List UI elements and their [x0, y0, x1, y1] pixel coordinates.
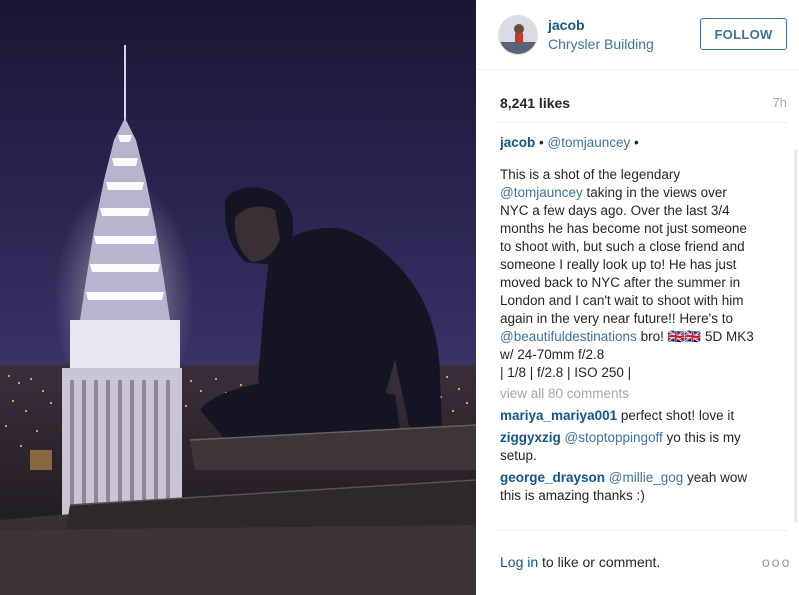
comment-item: george_drayson @millie_gog yeah wow this…	[500, 469, 790, 505]
location-link[interactable]: Chrysler Building	[548, 36, 654, 52]
caption-header: jacob • @tomjauncey •	[500, 134, 790, 152]
post-details-panel: jacob Chrysler Building FOLLOW 8,241 lik…	[476, 0, 799, 595]
post-header: jacob Chrysler Building FOLLOW	[476, 0, 799, 70]
caption-text: This is a shot of the legendary @tomjaun…	[500, 166, 790, 382]
comment-text: setup.	[500, 448, 537, 463]
follow-button[interactable]: FOLLOW	[700, 18, 787, 50]
comment-item: mariya_mariya001 perfect shot! love it	[500, 407, 790, 425]
comment-text: this is amazing thanks :)	[500, 488, 645, 503]
comments-section: jacob • @tomjauncey • This is a shot of …	[500, 132, 790, 525]
caption-line: London and I can't wait to shoot with hi…	[500, 293, 744, 308]
mention-link[interactable]: @stoptoppingoff	[561, 430, 663, 445]
view-all-comments-link[interactable]: view all 80 comments	[500, 385, 790, 403]
caption-line: again in the very near future!! Here's t…	[500, 311, 733, 326]
divider	[498, 530, 788, 531]
caption-line: @tomjauncey taking in the views over	[500, 185, 727, 200]
mention-link[interactable]: @millie_gog	[605, 470, 684, 485]
likes-count[interactable]: 8,241 likes	[500, 95, 570, 111]
comment-item: ziggyxzig @stoptoppingoff yo this is my …	[500, 429, 790, 465]
comments-scrollbar[interactable]	[794, 150, 797, 522]
login-link[interactable]: Log in	[500, 554, 538, 570]
caption-line: This is a shot of the legendary	[500, 167, 681, 182]
caption-line: w/ 24-70mm f/2.8	[500, 347, 605, 362]
tagged-user[interactable]: @tomjauncey	[548, 135, 631, 150]
username-link[interactable]: jacob	[548, 17, 585, 33]
comment-text: perfect shot! love it	[617, 408, 735, 423]
caption-line: someone I really look up to! He has just	[500, 257, 737, 272]
separator: •	[630, 135, 639, 150]
mention-link[interactable]: @beautifuldestinations	[500, 329, 637, 344]
mention-link[interactable]: @tomjauncey	[500, 185, 583, 200]
more-options-icon[interactable]: ooo	[762, 554, 791, 570]
avatar[interactable]	[498, 15, 538, 55]
caption-line: to shoot with, but such a close friend a…	[500, 239, 745, 254]
comment-username[interactable]: ziggyxzig	[500, 430, 561, 445]
separator: •	[535, 135, 548, 150]
caption-line: months he has become not just someone	[500, 221, 747, 236]
post-stats: 8,241 likes 7h	[500, 95, 787, 113]
comment-text: yeah wow	[683, 470, 748, 485]
caption-line: NYC a few days ago. Over the last 3/4	[500, 203, 730, 218]
divider	[498, 122, 788, 123]
caption-line: @beautifuldestinations bro! 🇬🇧🇬🇧 5D MK3	[500, 329, 754, 344]
login-prompt: Log in to like or comment.	[500, 554, 660, 570]
comment-username[interactable]: george_drayson	[500, 470, 605, 485]
caption-line: | 1/8 | f/2.8 | ISO 250 |	[500, 365, 632, 380]
post-timestamp[interactable]: 7h	[773, 95, 787, 110]
caption-line: moved back to NYC after the summer in	[500, 275, 741, 290]
post-photo[interactable]	[0, 0, 476, 595]
comment-text: yo this is my	[662, 430, 741, 445]
caption-username[interactable]: jacob	[500, 135, 535, 150]
login-prompt-text: to like or comment.	[538, 554, 661, 570]
comment-username[interactable]: mariya_mariya001	[500, 408, 617, 423]
